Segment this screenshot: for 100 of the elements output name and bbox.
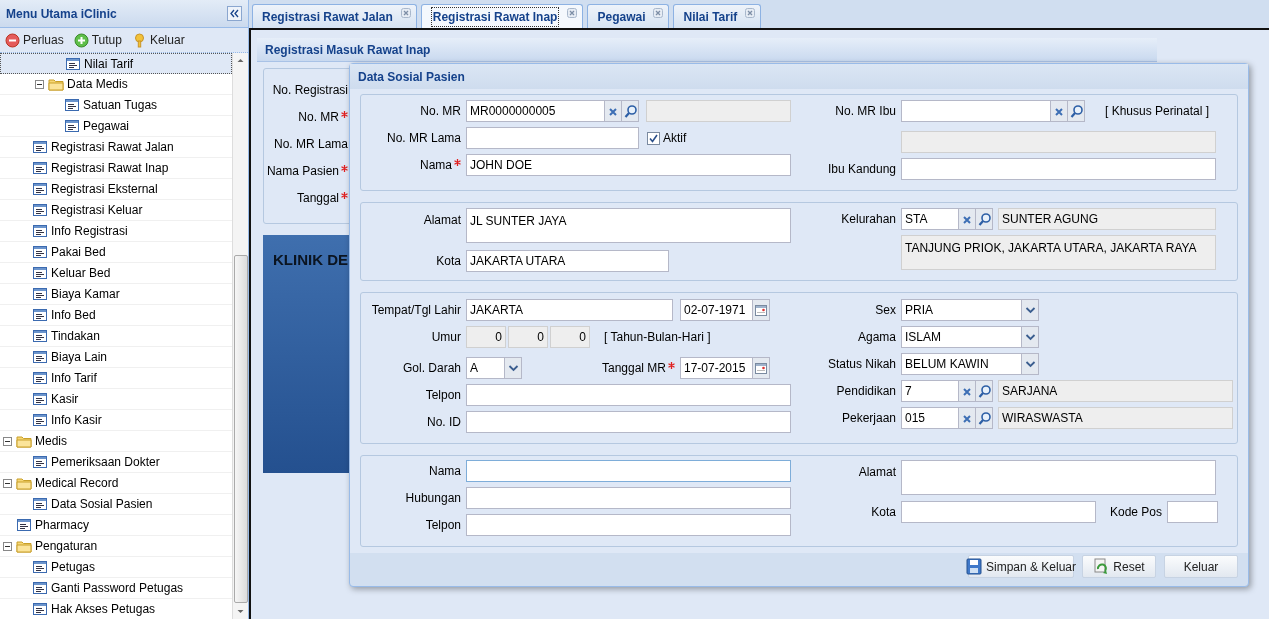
tree-item[interactable]: Ganti Password Petugas (0, 578, 232, 599)
text-field[interactable]: JOHN DOE (466, 154, 791, 176)
lookup-field[interactable]: 015 (901, 407, 959, 429)
tree-item[interactable]: Registrasi Rawat Jalan (0, 137, 232, 158)
search-button[interactable] (622, 100, 639, 122)
collapse-button[interactable] (227, 6, 242, 21)
field-label: Alamat (423, 212, 461, 229)
address-field[interactable] (901, 460, 1216, 495)
clear-button[interactable] (605, 100, 622, 122)
field-label: No. MR Lama (273, 136, 348, 153)
tree-item[interactable]: Info Tarif (0, 368, 232, 389)
field-label: Agama (857, 329, 896, 346)
tree-item[interactable]: Satuan Tugas (0, 95, 232, 116)
dropdown-field[interactable]: BELUM KAWIN (901, 353, 1039, 375)
scroll-thumb[interactable] (233, 255, 248, 603)
close-icon (400, 8, 411, 18)
document-icon (64, 118, 80, 134)
dropdown-field[interactable]: ISLAM (901, 326, 1039, 348)
tree-item[interactable]: Medical Record (0, 473, 232, 494)
text-field[interactable] (466, 411, 791, 433)
tab[interactable]: Registrasi Rawat Jalan (252, 4, 417, 28)
dropdown-field[interactable]: A (466, 357, 522, 379)
tree-item[interactable]: Data Medis (0, 74, 232, 95)
document-icon (32, 139, 48, 155)
text-field[interactable] (466, 460, 791, 482)
text-field[interactable] (466, 384, 791, 406)
banner-title: KLINIK DE (273, 251, 348, 268)
lookup-field[interactable]: 7 (901, 380, 959, 402)
scrollbar[interactable] (232, 53, 248, 619)
toolbar-button[interactable]: Keluar (131, 31, 185, 49)
dropdown-field[interactable]: PRIA (901, 299, 1039, 321)
clear-button[interactable] (1051, 100, 1068, 122)
tab[interactable]: Registrasi Rawat Inap (420, 4, 584, 28)
search-button[interactable] (976, 407, 993, 429)
tree-item[interactable]: Pakai Bed (0, 242, 232, 263)
tab[interactable]: Nilai Tarif (673, 4, 762, 28)
clear-button[interactable] (959, 380, 976, 402)
calendar-icon (753, 303, 769, 317)
tree-item[interactable]: Medis (0, 431, 232, 452)
toolbar-button[interactable]: Perluas (5, 31, 64, 49)
tab[interactable]: Pegawai (587, 4, 670, 28)
tree-item[interactable]: Registrasi Rawat Inap (0, 158, 232, 179)
document-icon (32, 349, 48, 365)
search-button[interactable] (1068, 100, 1085, 122)
search-button[interactable] (976, 208, 993, 230)
tree-item[interactable]: Tindakan (0, 326, 232, 347)
clear-button[interactable] (959, 407, 976, 429)
document-icon (32, 265, 48, 281)
field-label: No. MR (298, 109, 339, 126)
tree-item[interactable]: Keluar Bed (0, 263, 232, 284)
text-field[interactable] (466, 487, 791, 509)
text-field[interactable] (901, 158, 1216, 180)
tree-item[interactable]: Pengaturan (0, 536, 232, 557)
calendar-icon (753, 361, 769, 375)
tree-item[interactable]: Kasir (0, 389, 232, 410)
text-field[interactable] (466, 514, 791, 536)
checkbox[interactable] (647, 131, 660, 145)
field-label: Kelurahan (841, 211, 896, 228)
tree-item[interactable]: Registrasi Keluar (0, 200, 232, 221)
text-field[interactable] (901, 501, 1096, 523)
field-label: No. MR Ibu (835, 103, 896, 120)
field-label: Nama (429, 463, 461, 480)
tree-item[interactable]: Pegawai (0, 116, 232, 137)
lookup-field[interactable]: STA (901, 208, 959, 230)
tree-item[interactable]: Biaya Lain (0, 347, 232, 368)
tree-item[interactable]: Pharmacy (0, 515, 232, 536)
field-label: Tanggal (296, 190, 339, 207)
tree-item[interactable]: Nilai Tarif (0, 53, 232, 74)
tree-item[interactable]: Petugas (0, 557, 232, 578)
search-icon (976, 210, 992, 228)
tree-item[interactable]: Data Sosial Pasien (0, 494, 232, 515)
field-label: No. MR Lama (386, 130, 461, 147)
minus-circle-icon (5, 32, 20, 48)
lookup-field[interactable] (901, 100, 1051, 122)
date-field[interactable]: 02-07-1971 (680, 299, 770, 321)
text-field[interactable] (466, 127, 639, 149)
address-field[interactable]: JL SUNTER JAYA (466, 208, 791, 243)
close-icon (567, 8, 578, 18)
dialog-button[interactable]: Reset (1082, 555, 1156, 578)
readonly-field: 0 (550, 326, 590, 348)
tree-item[interactable]: Info Kasir (0, 410, 232, 431)
search-button[interactable] (976, 380, 993, 402)
dialog-button[interactable]: Simpan & Keluar (968, 555, 1074, 578)
clear-button[interactable] (959, 208, 976, 230)
text-field[interactable]: JAKARTA (466, 299, 673, 321)
field-label: Tanggal MR (601, 360, 666, 377)
text-field[interactable] (1167, 501, 1218, 523)
tree-item[interactable]: Pemeriksaan Dokter (0, 452, 232, 473)
tree-item[interactable]: Registrasi Eksternal (0, 179, 232, 200)
lookup-field[interactable]: MR0000000005 (466, 100, 605, 122)
text-field[interactable]: JAKARTA UTARA (466, 250, 669, 272)
tree-item[interactable]: Info Registrasi (0, 221, 232, 242)
toolbar-button[interactable]: Tutup (73, 31, 122, 49)
checkbox-label: Aktif (663, 130, 687, 147)
field-label: Kota (871, 504, 896, 521)
tree-item[interactable]: Biaya Kamar (0, 284, 232, 305)
document-icon (32, 223, 48, 239)
dialog-button[interactable]: Keluar (1164, 555, 1238, 578)
date-field[interactable]: 17-07-2015 (680, 357, 770, 379)
tree-item[interactable]: Info Bed (0, 305, 232, 326)
